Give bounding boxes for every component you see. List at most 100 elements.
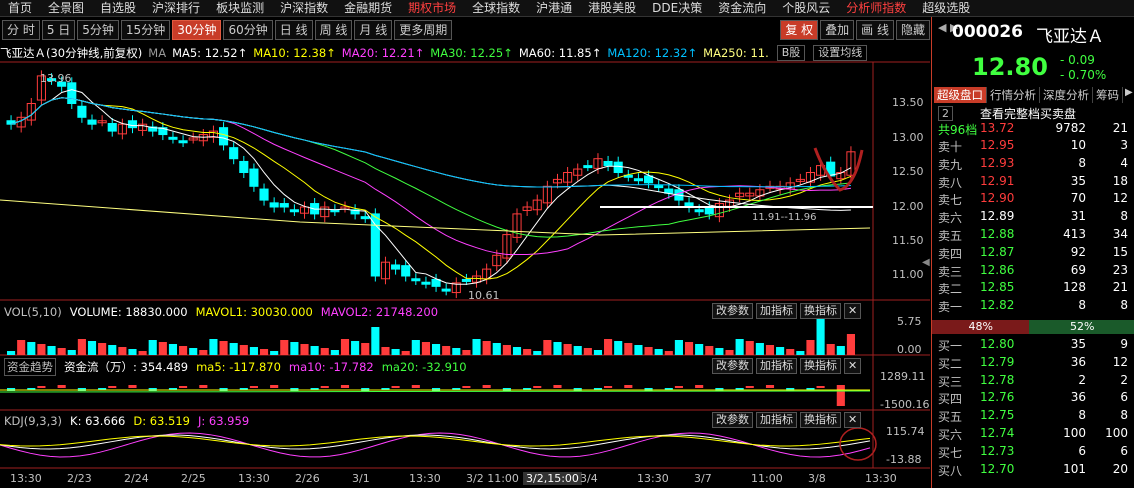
tabs-more-icon[interactable]: ▶ bbox=[1125, 87, 1133, 98]
change-params-button[interactable]: 改参数 bbox=[712, 303, 753, 319]
buy-ratio: 52% bbox=[1029, 320, 1134, 334]
volume-bar bbox=[776, 347, 785, 355]
volume-panel-buttons: 改参数 加指标 换指标 ✕ bbox=[712, 303, 862, 319]
volume-bar bbox=[361, 343, 370, 355]
book-n: 6 bbox=[1120, 390, 1128, 405]
order-book-row: 卖五 12.88 413 34 bbox=[938, 227, 1132, 243]
candle bbox=[694, 209, 704, 213]
swap-indicator-button[interactable]: 换指标 bbox=[800, 412, 841, 428]
quote-tab[interactable]: 筹码 bbox=[1093, 87, 1123, 103]
high-annotation: 13.96 bbox=[40, 72, 72, 85]
book-label: 买二 bbox=[938, 356, 963, 371]
order-book-row: 卖九 12.93 8 4 bbox=[938, 155, 1132, 172]
volume-bar bbox=[755, 343, 764, 355]
volume-bar bbox=[533, 351, 542, 355]
book-price: 12.88 bbox=[980, 227, 1015, 241]
quote-tab[interactable]: 深度分析 bbox=[1040, 87, 1093, 103]
book-label: 卖一 bbox=[938, 300, 963, 315]
book-price: 12.91 bbox=[980, 173, 1015, 188]
kdj-tick: -13.88 bbox=[886, 453, 922, 466]
candle bbox=[239, 160, 249, 174]
order-book-row: 卖七 12.90 70 12 bbox=[938, 191, 1132, 207]
kdj-tick: 115.74 bbox=[886, 425, 925, 438]
book-n: 4 bbox=[1120, 155, 1128, 170]
volume-bar bbox=[836, 346, 845, 355]
book-price: 12.90 bbox=[980, 191, 1015, 206]
book-price: 12.76 bbox=[980, 390, 1015, 405]
book-n: 3 bbox=[1120, 138, 1128, 152]
panel-toggle-icon[interactable]: ◀ bbox=[922, 257, 930, 268]
time-tick: 13:30 bbox=[10, 472, 42, 485]
order-book-row: 买四 12.76 36 6 bbox=[938, 390, 1132, 406]
funds-header: 资金趋势 资金流（万）: 354.489 ma5: -117.870 ma10:… bbox=[4, 357, 475, 376]
close-icon[interactable]: ✕ bbox=[844, 358, 862, 374]
book-label: 卖四 bbox=[938, 246, 963, 261]
volume-bar bbox=[725, 350, 734, 355]
volume-bar bbox=[340, 339, 350, 355]
total-row: 共96档 13.72 9782 21 bbox=[938, 121, 1132, 137]
book-n: 18 bbox=[1112, 173, 1128, 188]
book-label: 买八 bbox=[938, 463, 963, 478]
volume-bar bbox=[239, 345, 248, 355]
order-book-row: 买二 12.79 36 12 bbox=[938, 355, 1132, 371]
change-params-button[interactable]: 改参数 bbox=[712, 358, 753, 374]
volume-bar bbox=[148, 340, 157, 355]
order-book-row: 卖十 12.95 10 3 bbox=[938, 138, 1132, 154]
book-vol: 36 bbox=[1070, 390, 1086, 405]
volume-bar bbox=[330, 350, 339, 355]
book-price: 12.87 bbox=[980, 244, 1015, 259]
ma-line bbox=[10, 97, 851, 238]
book-price: 12.80 bbox=[980, 337, 1015, 351]
quote-tab[interactable]: 行情分析 bbox=[987, 87, 1040, 103]
candle bbox=[269, 202, 279, 208]
close-icon[interactable]: ✕ bbox=[844, 412, 862, 428]
volume-bar bbox=[543, 340, 552, 355]
volume-bar bbox=[168, 344, 178, 355]
sell-ratio: 48% bbox=[932, 320, 1030, 334]
funds-bar bbox=[57, 385, 66, 388]
book-vol: 35 bbox=[1070, 173, 1086, 188]
time-tick: 13:30 bbox=[865, 472, 897, 485]
ma-line bbox=[10, 97, 851, 211]
funds-bar bbox=[553, 385, 562, 388]
price-tick: 11.00 bbox=[892, 268, 924, 281]
book-label: 卖三 bbox=[938, 264, 963, 279]
candle bbox=[107, 123, 117, 132]
book-vol: 92 bbox=[1070, 244, 1086, 259]
book-vol: 70 bbox=[1070, 191, 1086, 206]
change-params-button[interactable]: 改参数 bbox=[712, 412, 753, 428]
time-tick: 3/2 11:00 bbox=[466, 472, 519, 485]
add-indicator-button[interactable]: 加指标 bbox=[756, 412, 797, 428]
swap-indicator-button[interactable]: 换指标 bbox=[800, 303, 841, 319]
volume-bar bbox=[17, 340, 26, 355]
book-label: 卖八 bbox=[938, 175, 963, 190]
funds-bar bbox=[108, 386, 117, 388]
funds-bar bbox=[462, 386, 471, 388]
volume-bar bbox=[128, 349, 137, 355]
funds-bar bbox=[37, 386, 46, 388]
funds-bar bbox=[340, 385, 350, 388]
funds-bar bbox=[199, 385, 208, 388]
add-indicator-button[interactable]: 加指标 bbox=[756, 303, 797, 319]
book-label: 卖五 bbox=[938, 229, 963, 243]
full-book-link[interactable]: 查看完整档买卖盘 bbox=[980, 105, 1076, 122]
book-vol: 8 bbox=[1078, 408, 1086, 423]
quote-tab[interactable]: 超级盘口 bbox=[934, 87, 987, 103]
book-label: 卖十 bbox=[938, 140, 963, 154]
volume-bar bbox=[512, 347, 522, 355]
funds-bar bbox=[249, 386, 258, 388]
book-vol: 100 bbox=[1063, 426, 1086, 440]
book-vol: 69 bbox=[1070, 262, 1086, 277]
book-vol: 413 bbox=[1063, 227, 1086, 241]
candle bbox=[178, 140, 188, 144]
volume-bar bbox=[7, 351, 16, 355]
volume-bar bbox=[553, 342, 562, 355]
funds-bar bbox=[745, 386, 754, 388]
kdj-d-value: D: 63.519 bbox=[133, 413, 190, 428]
order-book-row: 买五 12.75 8 8 bbox=[938, 408, 1132, 424]
add-indicator-button[interactable]: 加指标 bbox=[756, 358, 797, 374]
close-icon[interactable]: ✕ bbox=[844, 303, 862, 319]
swap-indicator-button[interactable]: 换指标 bbox=[800, 358, 841, 374]
volume-bar bbox=[37, 344, 46, 355]
time-tick: 3/7 bbox=[694, 472, 712, 485]
